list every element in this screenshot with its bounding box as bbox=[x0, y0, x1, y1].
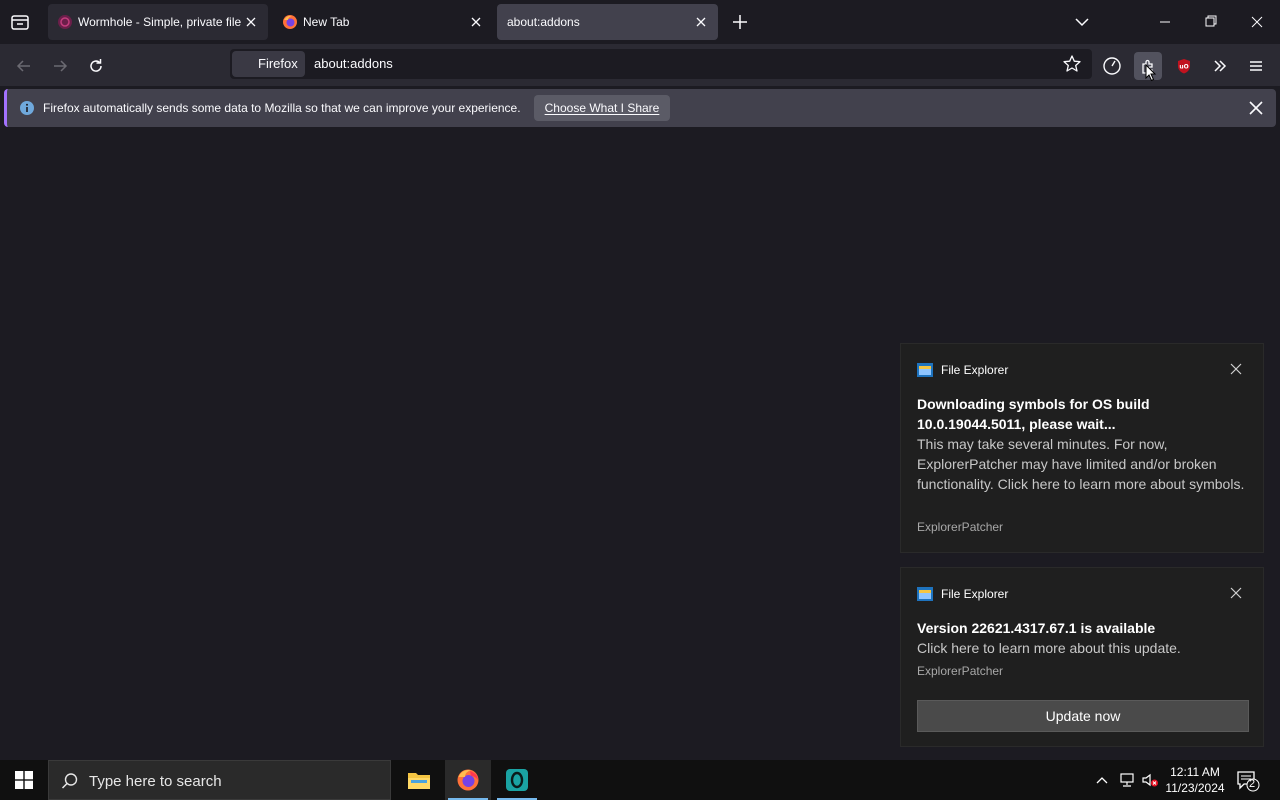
close-icon bbox=[1249, 101, 1263, 115]
close-icon bbox=[1251, 16, 1263, 28]
file-explorer-icon bbox=[917, 363, 933, 377]
volume-button[interactable] bbox=[1141, 772, 1159, 788]
toast-app-name: File Explorer bbox=[941, 587, 1009, 601]
bookmark-star-button[interactable] bbox=[1062, 54, 1082, 74]
close-icon[interactable] bbox=[1229, 586, 1243, 600]
notification-count-badge: 2 bbox=[1249, 778, 1256, 790]
new-tab-button[interactable] bbox=[729, 10, 751, 34]
search-placeholder: Type here to search bbox=[89, 773, 222, 790]
toast-update-available[interactable]: File Explorer Version 22621.4317.67.1 is… bbox=[900, 567, 1264, 747]
close-notification-button[interactable] bbox=[1247, 99, 1265, 117]
close-tab-icon[interactable] bbox=[693, 14, 709, 30]
sync-extension-button[interactable] bbox=[1098, 52, 1126, 80]
taskbar-wormhole-app[interactable] bbox=[494, 760, 540, 800]
taskbar-search-box[interactable]: Type here to search bbox=[48, 760, 391, 800]
toast-source: ExplorerPatcher bbox=[917, 664, 1004, 678]
tab-title: New Tab bbox=[303, 15, 350, 29]
notification-icon bbox=[1237, 771, 1260, 792]
choose-what-i-share-button[interactable]: Choose What I Share bbox=[534, 95, 670, 121]
arrow-right-icon bbox=[54, 60, 68, 72]
toast-app-name: File Explorer bbox=[941, 363, 1009, 377]
taskbar-clock[interactable]: 12:11 AM 11/23/2024 bbox=[1160, 764, 1230, 796]
forward-button[interactable] bbox=[46, 52, 74, 80]
reload-button[interactable] bbox=[82, 52, 110, 80]
wormhole-app-icon bbox=[506, 769, 528, 791]
firefox-view-button[interactable] bbox=[8, 10, 32, 34]
windows-logo-icon bbox=[15, 771, 33, 789]
action-center-button[interactable]: 2 bbox=[1236, 770, 1260, 792]
reload-icon bbox=[90, 59, 102, 72]
clock-date: 11/23/2024 bbox=[1165, 781, 1225, 795]
tab-wormhole[interactable]: Wormhole - Simple, private file bbox=[48, 4, 268, 40]
app-menu-button[interactable] bbox=[1242, 52, 1270, 80]
restore-icon bbox=[1205, 15, 1217, 27]
network-status-button[interactable] bbox=[1118, 772, 1136, 788]
clock-time: 12:11 AM bbox=[1170, 765, 1220, 779]
navigation-toolbar: Firefox about:addons uO bbox=[0, 44, 1280, 86]
toast-body: Click here to learn more about this upda… bbox=[917, 640, 1181, 656]
tab-new-tab[interactable]: New Tab bbox=[273, 4, 493, 40]
show-hidden-icons-button[interactable] bbox=[1094, 772, 1110, 788]
firefox-logo-icon bbox=[457, 769, 479, 791]
tab-title: Wormhole - Simple, private file bbox=[78, 15, 242, 29]
firefox-logo-icon bbox=[238, 56, 254, 72]
mouse-cursor-icon bbox=[1145, 64, 1157, 82]
windows-taskbar: Type here to search 12:11 AM 11/23/2024 … bbox=[0, 760, 1280, 800]
clock-circle-icon bbox=[1103, 57, 1121, 75]
url-bar[interactable]: Firefox about:addons bbox=[230, 49, 1092, 79]
telemetry-notification-bar: Firefox automatically sends some data to… bbox=[4, 89, 1276, 127]
list-all-tabs-button[interactable] bbox=[1070, 10, 1094, 34]
notification-message: Firefox automatically sends some data to… bbox=[43, 101, 521, 115]
plus-icon bbox=[733, 15, 747, 29]
overflow-menu-button[interactable] bbox=[1206, 52, 1234, 80]
minimize-icon bbox=[1160, 21, 1170, 23]
toast-downloading-symbols[interactable]: File Explorer Downloading symbols for OS… bbox=[900, 343, 1264, 553]
close-tab-icon[interactable] bbox=[243, 14, 259, 30]
toast-heading-line: Downloading symbols for OS build bbox=[917, 396, 1150, 412]
tab-strip: Wormhole - Simple, private file New Tab … bbox=[0, 0, 1280, 44]
volume-muted-icon bbox=[1142, 773, 1158, 787]
info-icon bbox=[20, 101, 34, 115]
close-icon[interactable] bbox=[1229, 362, 1243, 376]
file-explorer-icon bbox=[917, 587, 933, 601]
tab-title: about:addons bbox=[507, 15, 580, 29]
update-now-button[interactable]: Update now bbox=[917, 700, 1249, 732]
search-icon bbox=[61, 773, 78, 789]
identity-label: Firefox bbox=[258, 56, 298, 71]
toast-body: This may take several minutes. For now, … bbox=[917, 436, 1245, 492]
folder-icon bbox=[408, 773, 430, 789]
close-window-button[interactable] bbox=[1234, 8, 1280, 36]
hamburger-menu-icon bbox=[1250, 61, 1262, 71]
taskbar-firefox[interactable] bbox=[445, 760, 491, 800]
tab-about-addons[interactable]: about:addons bbox=[497, 4, 718, 40]
chevron-double-right-icon bbox=[1214, 60, 1227, 72]
star-icon bbox=[1063, 55, 1081, 72]
toast-heading-line: 10.0.19044.5011, please wait... bbox=[917, 416, 1116, 432]
taskbar-file-explorer[interactable] bbox=[396, 760, 442, 800]
close-tab-icon[interactable] bbox=[468, 14, 484, 30]
minimize-button[interactable] bbox=[1142, 8, 1188, 36]
back-button[interactable] bbox=[10, 52, 38, 80]
svg-text:uO: uO bbox=[1179, 64, 1188, 71]
ublock-shield-icon: uO bbox=[1178, 59, 1190, 74]
firefox-favicon-icon bbox=[283, 15, 297, 29]
toast-heading: Downloading symbols for OS build 10.0.19… bbox=[917, 394, 1150, 434]
toast-heading: Version 22621.4317.67.1 is available bbox=[917, 620, 1156, 636]
url-input[interactable]: about:addons bbox=[314, 56, 393, 71]
identity-box[interactable]: Firefox bbox=[232, 51, 305, 77]
firefox-view-icon bbox=[11, 15, 29, 30]
chevron-up-icon bbox=[1096, 777, 1108, 784]
ublock-origin-button[interactable]: uO bbox=[1170, 52, 1198, 80]
start-button[interactable] bbox=[1, 760, 47, 800]
arrow-left-icon bbox=[16, 60, 30, 72]
toast-source: ExplorerPatcher bbox=[917, 520, 1004, 534]
restore-button[interactable] bbox=[1188, 8, 1234, 36]
chevron-down-icon bbox=[1075, 18, 1089, 27]
wormhole-favicon-icon bbox=[58, 15, 72, 29]
network-icon bbox=[1120, 773, 1134, 787]
